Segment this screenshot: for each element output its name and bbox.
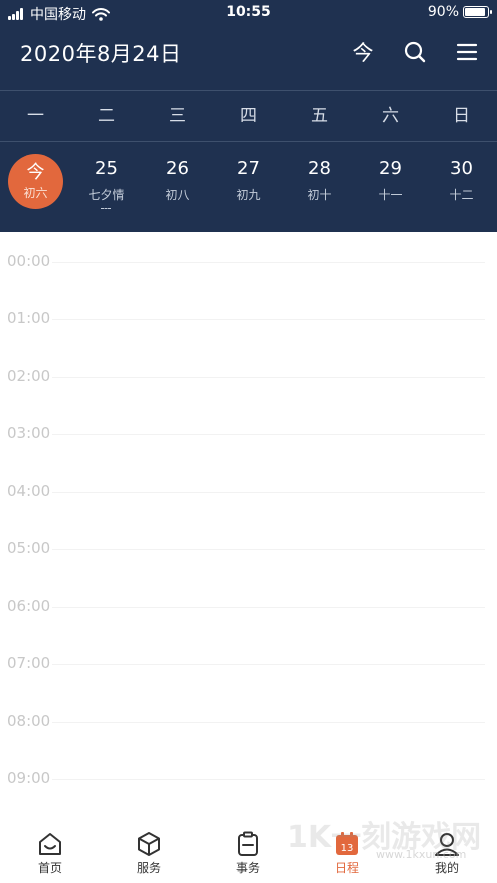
hour-row[interactable]: 06:00 <box>0 597 497 617</box>
hour-label: 04:00 <box>7 482 51 500</box>
title-row: 2020年8月24日 今 <box>0 26 497 86</box>
date-day: 26 <box>166 158 189 179</box>
today-button[interactable]: 今 <box>349 38 377 66</box>
hour-row[interactable]: 05:00 <box>0 539 497 559</box>
hour-row[interactable]: 09:00 <box>0 769 497 789</box>
hour-label: 08:00 <box>7 712 51 730</box>
hour-label: 05:00 <box>7 539 51 557</box>
weekday-label: 六 <box>382 106 399 126</box>
tab-label: 首页 <box>37 861 62 875</box>
date-day: 27 <box>237 158 260 179</box>
battery-cap <box>490 10 492 14</box>
clipboard-icon <box>238 831 258 856</box>
hour-gridline <box>52 549 485 550</box>
hour-label: 01:00 <box>7 309 51 327</box>
hour-label: 02:00 <box>7 367 51 385</box>
date-day: 今 <box>26 162 45 183</box>
date-day: 30 <box>450 158 473 179</box>
date-day: 29 <box>379 158 402 179</box>
battery-fill <box>465 8 485 16</box>
hour-gridline <box>52 492 485 493</box>
hour-row[interactable]: 00:00 <box>0 252 497 272</box>
date-day: 25 <box>95 158 118 179</box>
hour-gridline <box>52 779 485 780</box>
day-timeline[interactable]: 00:00 01:00 02:00 03:00 04:00 05:00 06:0… <box>0 232 497 807</box>
hour-row[interactable]: 02:00 <box>0 367 497 387</box>
hour-label: 06:00 <box>7 597 51 615</box>
weekday-label: 三 <box>169 106 186 126</box>
divider <box>0 90 497 91</box>
search-icon <box>404 41 426 63</box>
weekday-label: 一 <box>27 106 44 126</box>
status-right: 90% <box>427 4 492 20</box>
hour-gridline <box>52 262 485 263</box>
battery-percent: 90% <box>427 4 459 20</box>
date-cell[interactable]: 26 初八 <box>142 148 213 232</box>
date-lunar: 初十 <box>307 188 332 202</box>
tab-label: 服务 <box>136 861 161 875</box>
weekday-label: 四 <box>240 106 257 126</box>
home-icon <box>39 833 61 855</box>
tab-label: 日程 <box>334 861 359 875</box>
page-title[interactable]: 2020年8月24日 <box>20 38 182 68</box>
date-cell[interactable]: 27 初九 <box>213 148 284 232</box>
date-cell[interactable]: 30 十二 <box>426 148 497 232</box>
weekday-label: 二 <box>98 106 115 126</box>
tab-affairs[interactable]: 事务 <box>218 830 278 876</box>
week-dates-row: 今 初六 25 七夕情 26 初八 27 初九 28 初十 29 十一 30 十… <box>0 148 497 232</box>
date-cell[interactable]: 25 七夕情 <box>71 148 142 232</box>
hour-gridline <box>52 319 485 320</box>
date-cell[interactable]: 28 初十 <box>284 148 355 232</box>
hour-gridline <box>52 607 485 608</box>
date-cell[interactable]: 29 十一 <box>355 148 426 232</box>
menu-icon <box>456 43 478 61</box>
hour-row[interactable]: 04:00 <box>0 482 497 502</box>
hour-label: 07:00 <box>7 654 51 672</box>
date-day: 28 <box>308 158 331 179</box>
date-lunar: 十二 <box>449 188 474 202</box>
festival-marker <box>101 208 111 211</box>
battery-icon <box>463 6 492 18</box>
weekday-label: 五 <box>311 106 328 126</box>
tab-services[interactable]: 服务 <box>119 830 179 876</box>
date-lunar: 初九 <box>236 188 261 202</box>
hour-row[interactable]: 01:00 <box>0 309 497 329</box>
search-button[interactable] <box>401 38 429 66</box>
hour-row[interactable]: 03:00 <box>0 424 497 444</box>
tab-label: 我的 <box>434 861 459 875</box>
hour-label: 03:00 <box>7 424 51 442</box>
tab-home[interactable]: 首页 <box>20 830 80 876</box>
header: 中国移动 10:55 90% 2020年8月24日 今 一 二 三 四 五 六 … <box>0 0 497 232</box>
cube-icon <box>138 832 160 856</box>
date-lunar: 初八 <box>165 188 190 202</box>
date-lunar: 初六 <box>23 186 48 200</box>
hour-row[interactable]: 08:00 <box>0 712 497 732</box>
hour-label: 00:00 <box>7 252 51 270</box>
menu-button[interactable] <box>453 38 481 66</box>
status-bar: 中国移动 10:55 90% <box>0 0 497 26</box>
hour-gridline <box>52 434 485 435</box>
hour-label: 09:00 <box>7 769 51 787</box>
weekday-label: 日 <box>453 106 470 126</box>
hour-gridline <box>52 377 485 378</box>
tab-label: 事务 <box>235 861 260 875</box>
weekday-row: 一 二 三 四 五 六 日 <box>0 92 497 140</box>
date-lunar: 七夕情 <box>88 188 125 202</box>
hour-row[interactable]: 07:00 <box>0 654 497 674</box>
hour-gridline <box>52 722 485 723</box>
divider <box>0 141 497 142</box>
status-time: 10:55 <box>226 4 271 20</box>
date-cell-today[interactable]: 今 初六 <box>0 148 71 232</box>
date-lunar: 十一 <box>378 188 403 202</box>
hour-gridline <box>52 664 485 665</box>
watermark-url: www.1kxun.com <box>376 848 467 861</box>
